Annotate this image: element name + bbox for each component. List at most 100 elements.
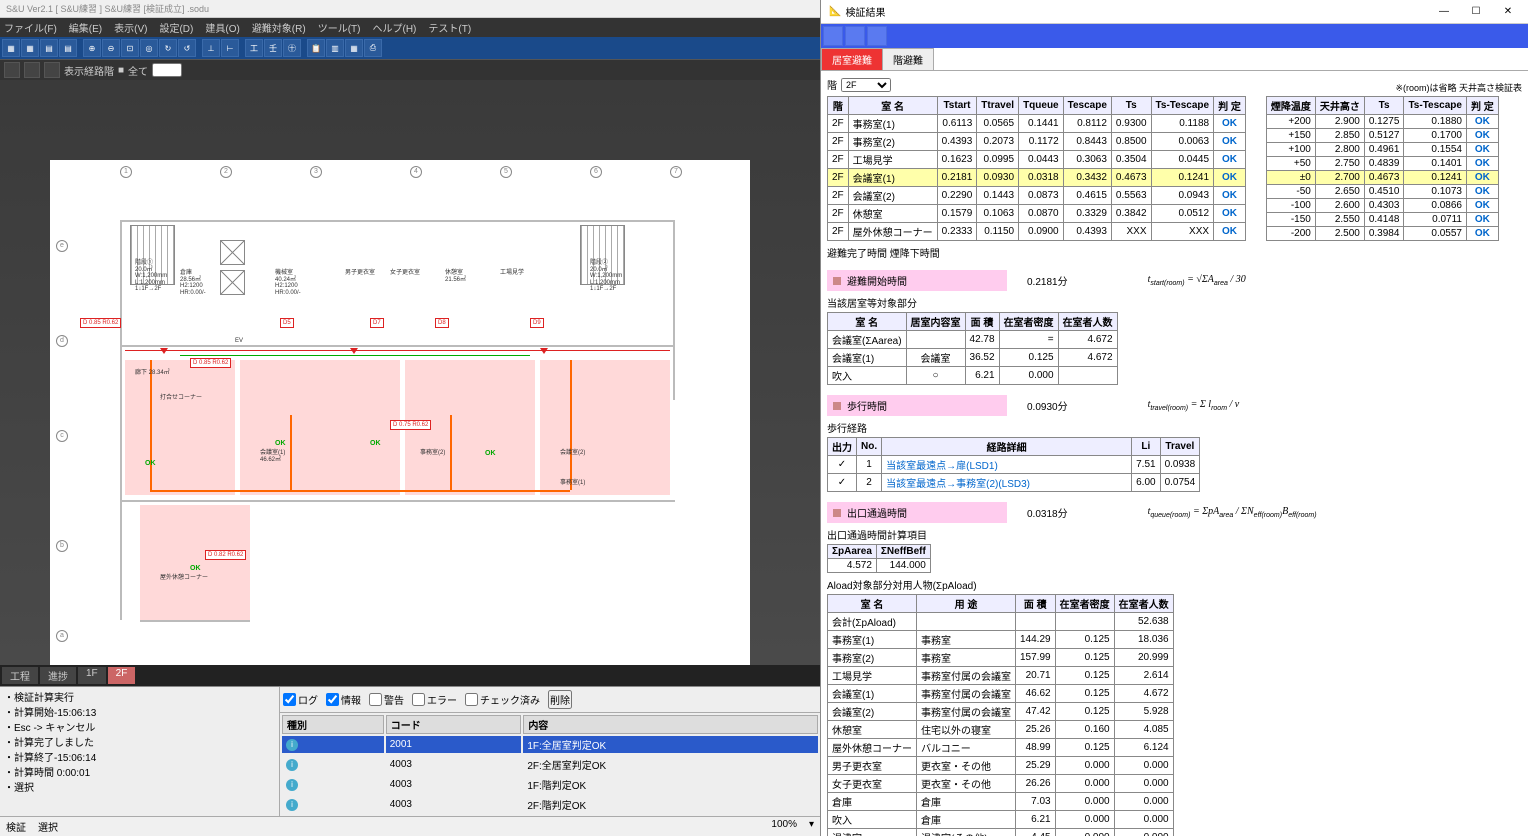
- room-label: 工場見学: [500, 270, 524, 277]
- menu-view[interactable]: 表示(V): [114, 20, 147, 35]
- tb-btn[interactable]: ▤: [40, 39, 58, 57]
- tb-btn[interactable]: ⊕: [83, 39, 101, 57]
- tb-btn[interactable]: ▥: [326, 39, 344, 57]
- ok-label: OK: [485, 450, 496, 457]
- status-sel: 選択: [38, 819, 58, 834]
- tb-btn[interactable]: ⊢: [221, 39, 239, 57]
- log-line: ・検証計算実行: [4, 691, 275, 706]
- filter-log[interactable]: ログ: [283, 692, 318, 707]
- rt-btn[interactable]: [867, 26, 887, 46]
- tb2-btn[interactable]: [44, 62, 60, 78]
- tb-btn[interactable]: ▤: [59, 39, 77, 57]
- floor-tab-2f[interactable]: 2F: [108, 667, 136, 684]
- all-check-text: 全て: [128, 63, 148, 78]
- drawing-canvas[interactable]: 1 2 3 4 5 6 7 e d c b a: [0, 80, 820, 665]
- rt-btn[interactable]: [823, 26, 843, 46]
- sec-start-value: 0.2181分: [1017, 270, 1078, 291]
- tb-btn[interactable]: ◎: [140, 39, 158, 57]
- grid-mark: b: [56, 540, 68, 552]
- minimize-button[interactable]: —: [1432, 6, 1456, 17]
- door-tag: D5: [280, 318, 294, 328]
- floor-tab[interactable]: 進捗: [40, 667, 76, 684]
- route-input[interactable]: [152, 63, 182, 77]
- aload-table: 室 名用 途面 積在室者密度在室者人数会計(ΣpAload)52.638事務室(…: [827, 594, 1174, 836]
- msg-row[interactable]: i40032F:階判定OK: [282, 796, 818, 814]
- result-titlebar: 📐 検証結果 — ☐ ✕: [821, 0, 1528, 24]
- room-label: 事務室(1): [560, 480, 585, 487]
- menu-edit[interactable]: 編集(E): [69, 20, 102, 35]
- tb-btn[interactable]: ⎙: [364, 39, 382, 57]
- filter-info[interactable]: 情報: [326, 692, 361, 707]
- floor-select[interactable]: 2F: [841, 78, 891, 92]
- tb-btn[interactable]: ↺: [178, 39, 196, 57]
- menu-file[interactable]: ファイル(F): [4, 20, 57, 35]
- tab-room-evac[interactable]: 居室避難: [821, 48, 883, 70]
- msg-row[interactable]: i40032F:全居室判定OK: [282, 756, 818, 774]
- sec-travel-title: 歩行時間: [847, 398, 887, 413]
- sec-travel-formula: ttravel(room) = Σ lroom / v: [1148, 399, 1240, 412]
- sec-travel-value: 0.0930分: [1017, 395, 1078, 416]
- floor-tab[interactable]: 工程: [2, 667, 38, 684]
- col-code: コード: [386, 715, 522, 734]
- msg-row[interactable]: i20011F:全居室判定OK: [282, 736, 818, 754]
- table-caption: ※(room)は省略 天井高さ検証表: [1395, 81, 1522, 94]
- maximize-button[interactable]: ☐: [1464, 6, 1488, 17]
- tb-btn[interactable]: ↻: [159, 39, 177, 57]
- room-result-table: 階室 名TstartTtravelTqueueTescapeTsTs-Tesca…: [827, 96, 1246, 241]
- message-table: 種別 コード 内容 i20011F:全居室判定OK i40032F:全居室判定O…: [280, 713, 820, 816]
- result-title: 検証結果: [845, 4, 1428, 19]
- delete-button[interactable]: 削除: [548, 690, 572, 709]
- room-label: 階段② 20.0㎡ W:1,200mm L:1,200mm 1↓1F→2F: [590, 260, 622, 293]
- start-table: 室 名居室内容室面 積在室者密度在室者人数会議室(ΣAarea)42.78=4.…: [827, 312, 1118, 385]
- door-tag: D 0.82 R0.62: [205, 550, 246, 560]
- tb-btn[interactable]: ▦: [21, 39, 39, 57]
- tb2-btn[interactable]: [24, 62, 40, 78]
- filter-warn[interactable]: 警告: [369, 692, 404, 707]
- tab-floor-evac[interactable]: 階避難: [882, 48, 934, 70]
- door-tag: D8: [435, 318, 449, 328]
- grid-mark: c: [56, 430, 68, 442]
- door-tag: D 0.75 R0.62: [390, 420, 431, 430]
- menu-opening[interactable]: 建具(O): [205, 20, 239, 35]
- rt-btn[interactable]: [845, 26, 865, 46]
- menu-target[interactable]: 避難対象(R): [252, 20, 306, 35]
- all-check-label: ■: [118, 65, 124, 76]
- floor-tab-1f[interactable]: 1F: [78, 667, 106, 684]
- close-button[interactable]: ✕: [1496, 6, 1520, 17]
- sec-queue-title: 出口通過時間: [847, 505, 907, 520]
- col-type: 種別: [282, 715, 384, 734]
- room-label: 男子更衣室: [345, 270, 375, 277]
- tb2-btn[interactable]: [4, 62, 20, 78]
- filter-error[interactable]: エラー: [412, 692, 457, 707]
- menu-test[interactable]: テスト(T): [428, 20, 471, 35]
- room-label: 事務室(2): [420, 450, 445, 457]
- display-toolbar: 表示経路階 ■ 全て: [0, 60, 820, 80]
- tb-btn[interactable]: ⊡: [121, 39, 139, 57]
- tb-btn[interactable]: 工: [245, 39, 263, 57]
- room-label: 女子更衣室: [390, 270, 420, 277]
- log-line: ・計算開始-15:06:13: [4, 706, 275, 721]
- info-icon: i: [286, 759, 298, 771]
- room-label: 会議室(2): [560, 450, 585, 457]
- tb-btn[interactable]: ⊥: [202, 39, 220, 57]
- tb-btn[interactable]: 壬: [264, 39, 282, 57]
- status-zoom[interactable]: 100%: [771, 819, 797, 834]
- filter-checked[interactable]: チェック済み: [465, 692, 540, 707]
- tb-btn[interactable]: ㊉: [283, 39, 301, 57]
- tb-btn[interactable]: ▦: [345, 39, 363, 57]
- grid-mark: 1: [120, 166, 132, 178]
- col-msg: 内容: [523, 715, 818, 734]
- grid-mark: 2: [220, 166, 232, 178]
- log-line: ・Esc -> キャンセル: [4, 721, 275, 736]
- result-content[interactable]: 階 2F ※(room)は省略 天井高さ検証表 階室 名TstartTtrave…: [821, 71, 1528, 836]
- room-label: EV: [235, 338, 243, 345]
- tb-btn[interactable]: 📋: [307, 39, 325, 57]
- menu-help[interactable]: ヘルプ(H): [372, 20, 416, 35]
- msg-row[interactable]: i40031F:階判定OK: [282, 776, 818, 794]
- room-label: 倉庫 28.56㎡ H2:1200 HR:0.00/-: [180, 270, 206, 296]
- tb-btn[interactable]: ⊖: [102, 39, 120, 57]
- tb-btn[interactable]: ▦: [2, 39, 20, 57]
- zoom-dropdown-icon[interactable]: ▾: [809, 819, 814, 834]
- menu-tool[interactable]: ツール(T): [318, 20, 361, 35]
- menu-setting[interactable]: 設定(D): [159, 20, 193, 35]
